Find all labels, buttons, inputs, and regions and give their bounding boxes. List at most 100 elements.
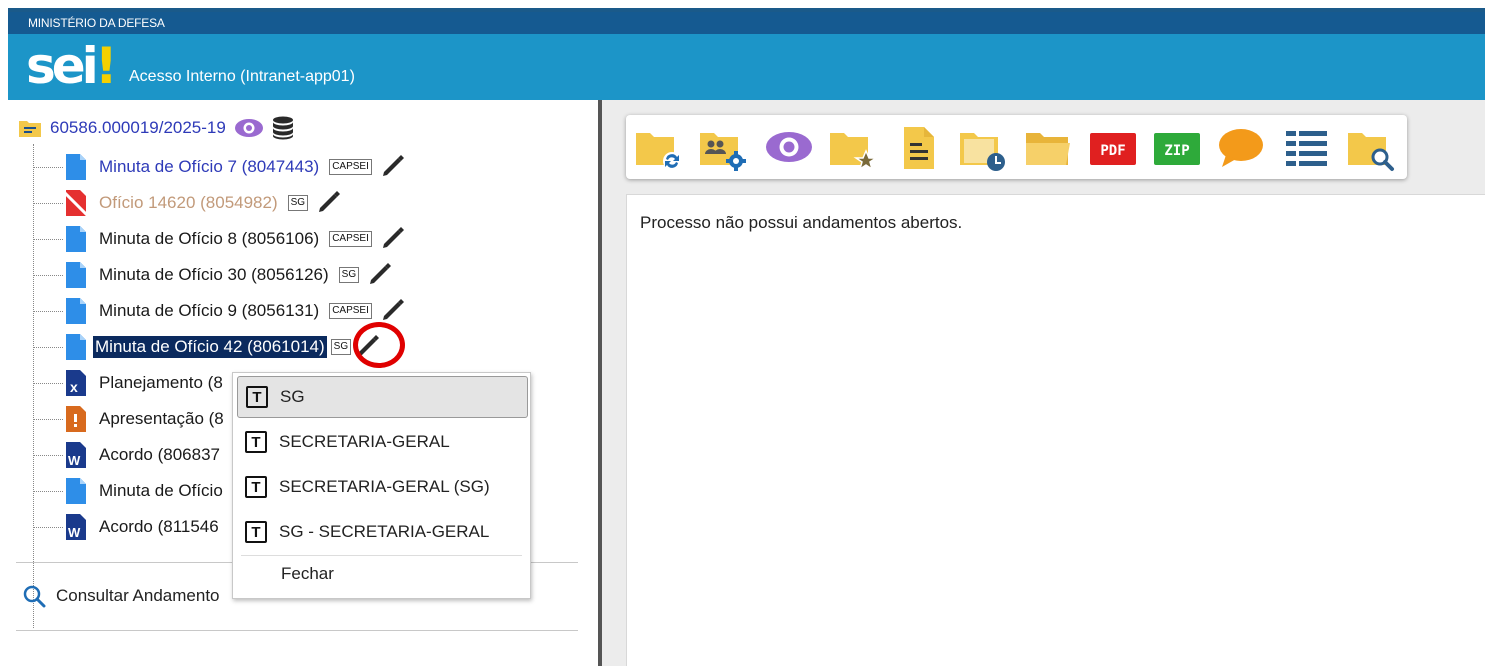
tree-item-selected[interactable]: Minuta de Ofício 42 (8061014) SG [33, 332, 381, 362]
tree-item[interactable]: W Acordo (811546 [33, 512, 221, 542]
tree-item[interactable]: Minuta de Ofício 7 (8047443) CAPSEI [33, 152, 406, 182]
unit-badge[interactable]: SG [338, 267, 360, 283]
brand-bar: sei! Acesso Interno (Intranet-app01) [8, 34, 1485, 100]
tree-connector [33, 202, 63, 204]
document-icon [66, 478, 86, 504]
signature-pen-icon[interactable] [380, 299, 406, 323]
eye-icon[interactable] [764, 125, 814, 173]
folder-icon [19, 121, 41, 137]
status-message: Processo não possui andamentos abertos. [640, 213, 963, 232]
database-icon[interactable] [272, 116, 294, 140]
process-status-panel: Processo não possui andamentos abertos. [626, 194, 1485, 666]
document-link[interactable]: Minuta de Ofício 30 (8056126) [97, 264, 331, 286]
consult-andamento-link[interactable]: Consultar Andamento [22, 584, 220, 608]
action-toolbar: PDF ZIP [626, 115, 1407, 179]
tree-connector [33, 454, 63, 456]
popup-divider [241, 555, 522, 556]
tree-connector [33, 346, 63, 348]
logo-text: sei [26, 37, 99, 95]
document-note-icon[interactable] [894, 125, 944, 173]
tree-connector [33, 418, 63, 420]
pdf-icon[interactable]: PDF [1088, 125, 1138, 173]
list-icon[interactable] [1282, 125, 1332, 173]
popup-item-label: SECRETARIA-GERAL (SG) [279, 477, 490, 496]
text-type-icon: T [246, 386, 268, 408]
document-link[interactable]: Planejamento (8 [97, 372, 225, 394]
popup-item-label: SG [280, 387, 305, 406]
svg-text:W: W [68, 453, 81, 468]
app-window: MINISTÉRIO DA DEFESA sei! Acesso Interno… [0, 0, 1485, 666]
tree-connector [33, 274, 63, 276]
process-number-link[interactable]: 60586.000019/2025-19 [50, 118, 226, 138]
unit-badge[interactable]: CAPSEI [329, 231, 372, 247]
popup-item-secretaria-geral-sg[interactable]: T SECRETARIA-GERAL (SG) [237, 466, 528, 508]
folder-star-icon[interactable] [828, 125, 878, 173]
comment-icon[interactable] [1216, 125, 1266, 173]
document-link[interactable]: Minuta de Ofício [97, 480, 225, 502]
signature-pen-icon[interactable] [367, 263, 393, 287]
document-icon [66, 226, 86, 252]
unit-popup-menu: T SG T SECRETARIA-GERAL T SECRETARIA-GER… [232, 372, 531, 599]
popup-item-sg[interactable]: T SG [237, 376, 528, 418]
logo-mark: ! [94, 37, 118, 95]
tree-connector [33, 166, 63, 168]
signature-pen-icon[interactable] [380, 227, 406, 251]
tree-connector [33, 490, 63, 492]
popup-close-button[interactable]: Fechar [281, 564, 334, 584]
document-link[interactable]: Minuta de Ofício 9 (8056131) [97, 300, 321, 322]
svg-text:x: x [70, 379, 78, 395]
folder-sync-icon[interactable] [634, 125, 684, 173]
sei-logo[interactable]: sei! [26, 37, 118, 95]
word-icon: W [66, 514, 86, 540]
tree-item[interactable]: Minuta de Ofício [33, 476, 225, 506]
tree-item[interactable]: Minuta de Ofício 8 (8056106) CAPSEI [33, 224, 406, 254]
document-icon [66, 334, 86, 360]
document-link[interactable]: Ofício 14620 (8054982) [97, 192, 280, 214]
document-link[interactable]: Acordo (806837 [97, 444, 222, 466]
process-row[interactable]: 60586.000019/2025-19 [18, 116, 294, 140]
tree-item[interactable]: Minuta de Ofício 9 (8056131) CAPSEI [33, 296, 406, 326]
signature-pen-icon[interactable] [316, 191, 342, 215]
zip-icon[interactable]: ZIP [1152, 125, 1202, 173]
app-name: Acesso Interno (Intranet-app01) [129, 68, 355, 85]
text-type-icon: T [245, 521, 267, 543]
popup-item-secretaria-geral[interactable]: T SECRETARIA-GERAL [237, 421, 528, 463]
ministry-bar: MINISTÉRIO DA DEFESA [8, 12, 1485, 34]
document-link[interactable]: Acordo (811546 [97, 516, 221, 538]
tree-item[interactable]: Minuta de Ofício 30 (8056126) SG [33, 260, 393, 290]
unit-badge[interactable]: CAPSEI [329, 159, 372, 175]
popup-item-label: SG - SECRETARIA-GERAL [279, 522, 490, 541]
document-icon [66, 154, 86, 180]
pdf-text: PDF [1100, 143, 1125, 159]
document-icon [66, 262, 86, 288]
ministry-name: MINISTÉRIO DA DEFESA [28, 16, 165, 30]
consult-label: Consultar Andamento [56, 586, 220, 605]
search-icon [23, 585, 46, 608]
document-icon [66, 298, 86, 324]
tree-item[interactable]: Apresentação (8 [33, 404, 226, 434]
highlight-circle [353, 322, 405, 368]
popup-item-sg-secretaria-geral[interactable]: T SG - SECRETARIA-GERAL [237, 511, 528, 553]
text-type-icon: T [245, 476, 267, 498]
folder-search-icon[interactable] [1346, 125, 1396, 173]
popup-item-label: SECRETARIA-GERAL [279, 432, 450, 451]
unit-badge[interactable]: CAPSEI [329, 303, 372, 319]
zip-text: ZIP [1164, 143, 1189, 159]
document-cancelled-icon [65, 190, 87, 216]
tree-item[interactable]: Ofício 14620 (8054982) SG [33, 188, 342, 218]
signature-pen-icon[interactable] [380, 155, 406, 179]
folder-users-settings-icon[interactable] [698, 125, 748, 173]
document-link[interactable]: Minuta de Ofício 42 (8061014) [93, 336, 327, 358]
document-link[interactable]: Minuta de Ofício 7 (8047443) [97, 156, 321, 178]
tree-item[interactable]: W Acordo (806837 [33, 440, 222, 470]
content-pane: PDF ZIP Processo não possui andamentos a… [602, 100, 1485, 666]
folder-clock-icon[interactable] [958, 125, 1008, 173]
eye-icon[interactable] [234, 118, 264, 138]
document-link[interactable]: Minuta de Ofício 8 (8056106) [97, 228, 321, 250]
tree-connector [33, 310, 63, 312]
document-link[interactable]: Apresentação (8 [97, 408, 226, 430]
unit-badge[interactable]: SG [287, 195, 309, 211]
tree-item[interactable]: x Planejamento (8 [33, 368, 225, 398]
unit-badge[interactable]: SG [330, 339, 352, 355]
folder-open-icon[interactable] [1024, 125, 1074, 173]
